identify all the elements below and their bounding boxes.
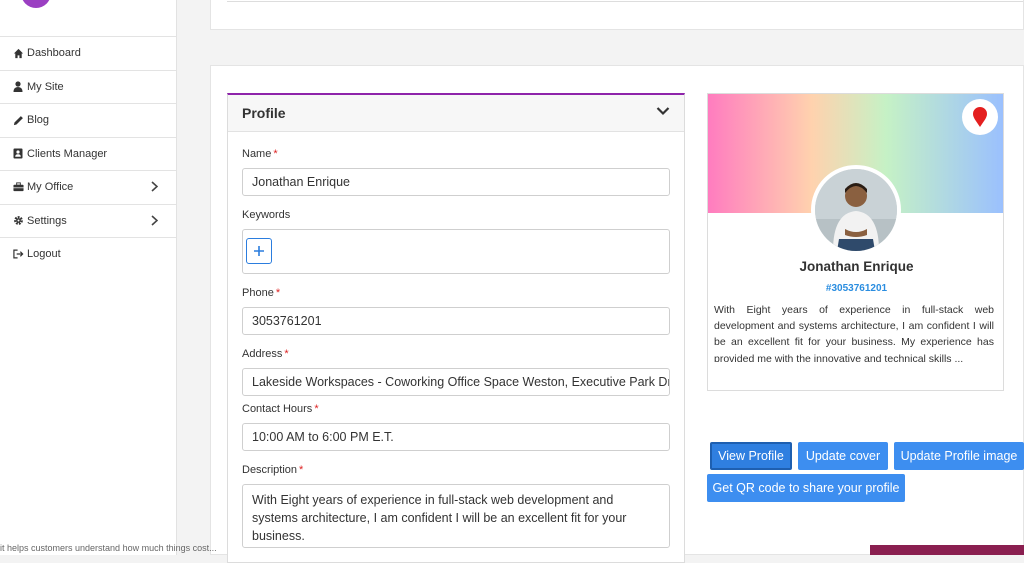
- required-marker: *: [275, 287, 281, 299]
- update-cover-button[interactable]: Update cover: [798, 442, 888, 470]
- chevron-down-icon[interactable]: [656, 103, 670, 117]
- location-pin-button[interactable]: [962, 99, 998, 135]
- add-keyword-button[interactable]: [246, 238, 272, 264]
- home-icon: [12, 47, 24, 59]
- phone-field[interactable]: 3053761201: [242, 307, 670, 335]
- footer-snippet: it helps customers understand how much t…: [0, 543, 217, 553]
- sidebar-nav: Dashboard My Site Blog Clients Manager M…: [0, 36, 176, 271]
- panel-header[interactable]: Profile: [228, 95, 684, 132]
- get-qr-code-button[interactable]: Get QR code to share your profile: [707, 474, 905, 502]
- phone-label: Phone *: [242, 287, 281, 299]
- profile-phone-tag[interactable]: #3053761201: [708, 283, 1003, 294]
- sidebar-item-blog[interactable]: Blog: [0, 103, 176, 137]
- profile-form-panel: Profile Name * Jonathan Enrique Keywords …: [227, 93, 685, 563]
- update-profile-image-button[interactable]: Update Profile image: [894, 442, 1024, 470]
- logout-icon: [12, 248, 24, 260]
- sidebar-item-label: Settings: [27, 214, 67, 227]
- gear-icon: [12, 215, 24, 227]
- panel-title: Profile: [242, 105, 286, 121]
- top-card: [210, 0, 1024, 30]
- sidebar-item-label: Clients Manager: [27, 147, 108, 160]
- avatar[interactable]: [811, 165, 901, 255]
- sidebar-item-clients-manager[interactable]: Clients Manager: [0, 136, 176, 171]
- sidebar-item-label: My Site: [27, 80, 64, 93]
- plus-icon: [254, 246, 264, 256]
- keywords-field[interactable]: [242, 229, 670, 274]
- avatar-photo: [815, 169, 897, 251]
- briefcase-icon: [12, 181, 24, 193]
- address-label: Address *: [242, 348, 289, 360]
- keywords-label: Keywords: [242, 209, 291, 221]
- sidebar-item-settings[interactable]: Settings: [0, 203, 176, 238]
- user-icon: [12, 81, 24, 93]
- chevron-right-icon: [151, 181, 159, 195]
- sidebar-item-logout[interactable]: Logout: [0, 237, 176, 271]
- corner-strip: [870, 545, 1024, 555]
- sidebar: Dashboard My Site Blog Clients Manager M…: [0, 0, 177, 555]
- required-marker: *: [273, 148, 278, 160]
- sidebar-item-label: Dashboard: [27, 47, 81, 60]
- chevron-right-icon: [151, 214, 159, 229]
- divider: [227, 0, 1023, 2]
- description-label: Description *: [242, 464, 304, 476]
- view-profile-button[interactable]: View Profile: [710, 442, 792, 470]
- contact-hours-field[interactable]: 10:00 AM to 6:00 PM E.T.: [242, 423, 670, 451]
- pencil-icon: [12, 114, 24, 126]
- map-pin-icon: [973, 107, 987, 127]
- address-field[interactable]: Lakeside Workspaces - Coworking Office S…: [242, 368, 670, 396]
- sidebar-item-my-office[interactable]: My Office: [0, 170, 176, 204]
- profile-name: Jonathan Enrique: [799, 259, 914, 274]
- sidebar-item-label: Blog: [27, 114, 50, 127]
- sidebar-item-label: My Office: [27, 181, 74, 194]
- description-field[interactable]: With Eight years of experience in full-s…: [242, 484, 670, 548]
- profile-bio: With Eight years of experience in full-s…: [714, 304, 994, 362]
- sidebar-item-label: Logout: [27, 248, 61, 261]
- sidebar-item-dashboard[interactable]: Dashboard: [0, 36, 176, 70]
- profile-preview-card: Jonathan Enrique #3053761201 With Eight …: [707, 93, 1004, 391]
- main-content: Profile Name * Jonathan Enrique Keywords …: [210, 0, 1024, 563]
- address-book-icon: [12, 148, 24, 160]
- logo[interactable]: [21, 0, 51, 8]
- profile-section: Profile Name * Jonathan Enrique Keywords …: [210, 65, 1024, 563]
- required-marker: *: [314, 403, 319, 415]
- sidebar-item-my-site[interactable]: My Site: [0, 69, 176, 104]
- name-field[interactable]: Jonathan Enrique: [242, 168, 670, 196]
- required-marker: *: [299, 464, 304, 476]
- required-marker: *: [284, 348, 289, 360]
- contact-hours-label: Contact Hours *: [242, 403, 319, 415]
- name-label: Name *: [242, 148, 278, 160]
